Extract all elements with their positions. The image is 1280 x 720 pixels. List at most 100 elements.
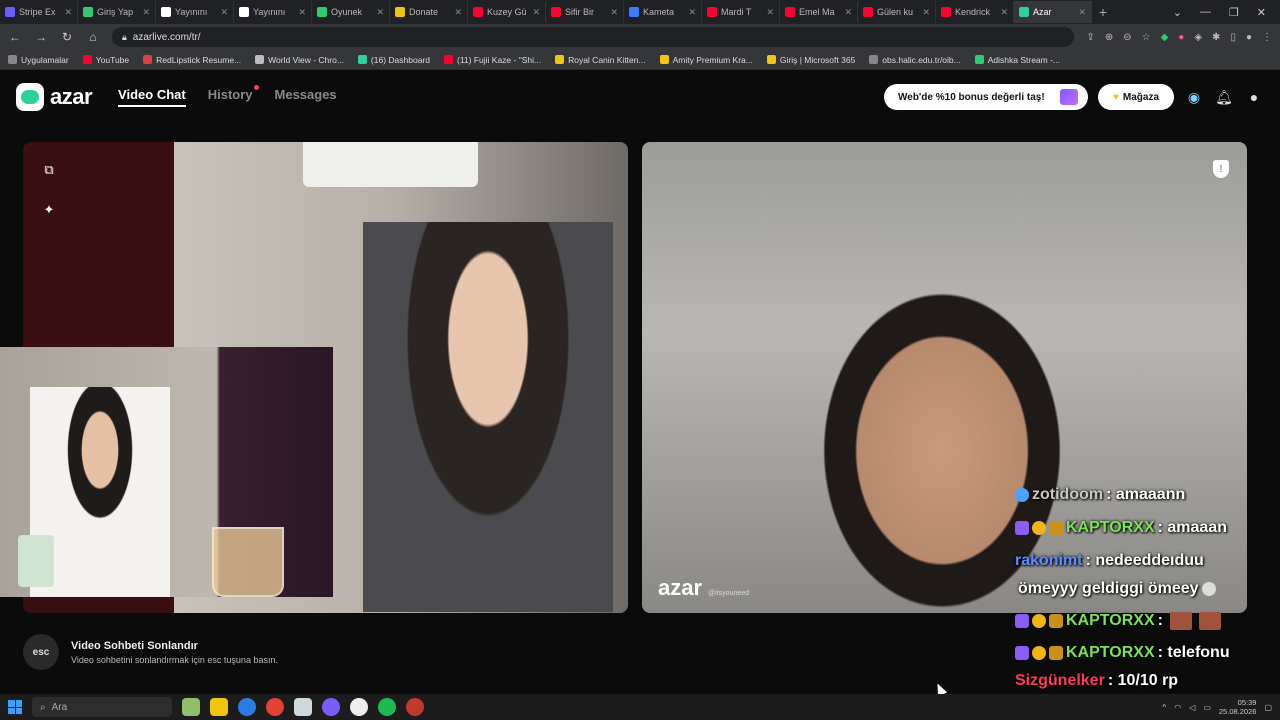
tab-close-icon[interactable]: ✕ bbox=[844, 7, 852, 18]
back-icon[interactable]: ← bbox=[8, 30, 22, 44]
notifications-icon[interactable]: ▢ bbox=[1264, 703, 1272, 712]
browser-tab[interactable]: Kameta ✕ bbox=[624, 1, 702, 23]
maximize-icon[interactable]: ❐ bbox=[1229, 6, 1239, 19]
bell-icon[interactable]: 🔔︎ bbox=[1214, 87, 1234, 107]
extension-leaf-icon[interactable]: ◈ bbox=[1194, 32, 1202, 43]
chat-bubble-icon[interactable]: ◉ bbox=[1184, 87, 1204, 107]
discord-icon[interactable] bbox=[322, 698, 340, 716]
notepad-icon[interactable] bbox=[294, 698, 312, 716]
bookmark-favicon-icon bbox=[357, 55, 367, 64]
tab-close-icon[interactable]: ✕ bbox=[688, 7, 696, 18]
wifi-icon[interactable]: ◠ bbox=[1174, 703, 1181, 712]
spotify-icon[interactable] bbox=[378, 698, 396, 716]
nav-messages[interactable]: Messages bbox=[275, 87, 337, 107]
bookmark-item[interactable]: Amity Premium Kra... bbox=[659, 55, 753, 65]
tab-close-icon[interactable]: ✕ bbox=[1078, 7, 1086, 18]
profile-icon[interactable]: ● bbox=[1246, 32, 1252, 43]
browser-tab[interactable]: Emel Ma ✕ bbox=[780, 1, 858, 23]
browser-tab[interactable]: Sifir Bir ✕ bbox=[546, 1, 624, 23]
file-explorer-icon[interactable] bbox=[210, 698, 228, 716]
tab-close-icon[interactable]: ✕ bbox=[64, 7, 72, 18]
tab-close-icon[interactable]: ✕ bbox=[376, 7, 384, 18]
taskbar-clock[interactable]: 05:39 25.08.2026 bbox=[1219, 698, 1257, 716]
tray-chevron-icon[interactable]: ^ bbox=[1162, 703, 1166, 712]
sidebar-icon[interactable]: ▯ bbox=[1230, 32, 1236, 43]
url-text: azarlive.com/tr/ bbox=[132, 31, 201, 43]
browser-tab[interactable]: Kendrick ✕ bbox=[936, 1, 1014, 23]
tab-close-icon[interactable]: ✕ bbox=[142, 7, 150, 18]
chat-text: : nedeeddeıduu bbox=[1085, 552, 1204, 569]
user-avatar-icon[interactable]: ● bbox=[1244, 87, 1264, 107]
notification-dot bbox=[253, 85, 259, 90]
swap-camera-icon[interactable]: ⧉ bbox=[41, 162, 57, 178]
translate-icon[interactable]: ⊕ bbox=[1105, 32, 1113, 43]
effects-wand-icon[interactable]: ✦ bbox=[41, 202, 57, 218]
widget-icon[interactable] bbox=[182, 698, 200, 716]
extension-pink-icon[interactable]: ● bbox=[1178, 32, 1184, 43]
bookmark-star-icon[interactable]: ☆ bbox=[1142, 32, 1151, 43]
bookmark-item[interactable]: Giriş | Microsoft 365 bbox=[766, 54, 856, 65]
browser-tab[interactable]: Kuzey Gü ✕ bbox=[468, 1, 546, 23]
browser-tab[interactable]: Giriş Yap ✕ bbox=[78, 1, 156, 23]
chrome-icon[interactable] bbox=[266, 698, 284, 716]
bookmark-item[interactable]: obs.halic.edu.tr/oib... bbox=[869, 55, 961, 65]
forward-icon[interactable]: → bbox=[34, 30, 48, 44]
bookmark-label: Giriş | Microsoft 365 bbox=[779, 54, 856, 65]
azar-logo[interactable]: azar bbox=[16, 83, 93, 111]
tab-close-icon[interactable]: ✕ bbox=[298, 7, 306, 18]
new-tab-button[interactable]: + bbox=[1092, 4, 1114, 20]
promo-button[interactable]: Web'de %10 bonus değerli taş! bbox=[884, 84, 1088, 110]
browser-tab[interactable]: Stripe Ex ✕ bbox=[0, 1, 78, 23]
tab-close-icon[interactable]: ✕ bbox=[610, 7, 618, 18]
tab-close-icon[interactable]: ✕ bbox=[766, 7, 774, 18]
extension-shield-icon[interactable]: ◆ bbox=[1161, 32, 1169, 43]
tab-search-icon[interactable]: ⌄ bbox=[1173, 6, 1182, 19]
bookmark-item[interactable]: (16) Dashboard bbox=[357, 55, 430, 65]
home-icon[interactable]: ⌂ bbox=[86, 30, 100, 44]
minimize-icon[interactable]: — bbox=[1200, 6, 1211, 19]
store-button[interactable]: ♥ Mağaza bbox=[1098, 84, 1174, 110]
bookmark-item[interactable]: RedLipstick Resume... bbox=[143, 55, 241, 65]
browser-tab[interactable]: Azar ✕ bbox=[1014, 1, 1092, 23]
volume-icon[interactable]: ◁ bbox=[1189, 703, 1195, 712]
nav-history-label: History bbox=[207, 87, 253, 102]
browser-tab[interactable]: Donate ✕ bbox=[390, 1, 468, 23]
chat-username: KAPTORXX bbox=[1066, 612, 1155, 629]
nav-video-chat[interactable]: Video Chat bbox=[118, 87, 186, 107]
tab-close-icon[interactable]: ✕ bbox=[1000, 7, 1008, 18]
browser-tab[interactable]: Gülen ku ✕ bbox=[858, 1, 936, 23]
bookmark-item[interactable]: YouTube bbox=[82, 55, 129, 65]
extension-icons: ⇪ ⊕ ⊖ ☆ ◆ ● ◈ ✱ ▯ ● ⋮ bbox=[1086, 32, 1272, 43]
extensions-puzzle-icon[interactable]: ✱ bbox=[1212, 32, 1220, 43]
browser-tab[interactable]: Mardi T ✕ bbox=[702, 1, 780, 23]
reload-icon[interactable]: ↻ bbox=[60, 30, 74, 44]
bookmark-item[interactable]: Uygulamalar bbox=[8, 55, 69, 65]
browser-tab[interactable]: Yayınını ✕ bbox=[234, 1, 312, 23]
tab-close-icon[interactable]: ✕ bbox=[220, 7, 228, 18]
zoom-icon[interactable]: ⊖ bbox=[1123, 32, 1131, 43]
battery-icon[interactable]: ▭ bbox=[1203, 703, 1211, 712]
nav-history[interactable]: History bbox=[207, 85, 259, 107]
menu-icon[interactable]: ⋮ bbox=[1262, 32, 1272, 43]
browser-tab[interactable]: Yayınını ✕ bbox=[156, 1, 234, 23]
bookmark-item[interactable]: (11) Fujii Kaze - "Shi... bbox=[443, 55, 541, 65]
obs-icon[interactable] bbox=[350, 698, 368, 716]
share-icon[interactable]: ⇪ bbox=[1086, 32, 1094, 43]
report-shield-icon[interactable]: ! bbox=[1213, 160, 1229, 178]
tab-close-icon[interactable]: ✕ bbox=[454, 7, 462, 18]
esc-key-button[interactable]: esc bbox=[23, 634, 59, 670]
edge-icon[interactable] bbox=[238, 698, 256, 716]
browser-tab-strip: Stripe Ex ✕ Giriş Yap ✕ Yayınını ✕ Yayınını ✕ Oy… bbox=[0, 0, 1280, 24]
tab-close-icon[interactable]: ✕ bbox=[532, 7, 540, 18]
bookmark-item[interactable]: World View - Chro... bbox=[255, 55, 344, 65]
app-icon[interactable] bbox=[406, 698, 424, 716]
drink-glass bbox=[212, 527, 284, 597]
bookmark-item[interactable]: Royal Canin Kitten... bbox=[555, 55, 646, 65]
url-field[interactable]: 🔒︎ azarlive.com/tr/ bbox=[112, 27, 1075, 47]
taskbar-search[interactable]: ⌕ Ara bbox=[32, 697, 172, 717]
tab-close-icon[interactable]: ✕ bbox=[922, 7, 930, 18]
windows-start-icon[interactable] bbox=[8, 700, 22, 714]
bookmark-item[interactable]: Adishka Stream -... bbox=[974, 55, 1060, 65]
close-window-icon[interactable]: ✕ bbox=[1257, 6, 1266, 19]
browser-tab[interactable]: Oyunek ✕ bbox=[312, 1, 390, 23]
